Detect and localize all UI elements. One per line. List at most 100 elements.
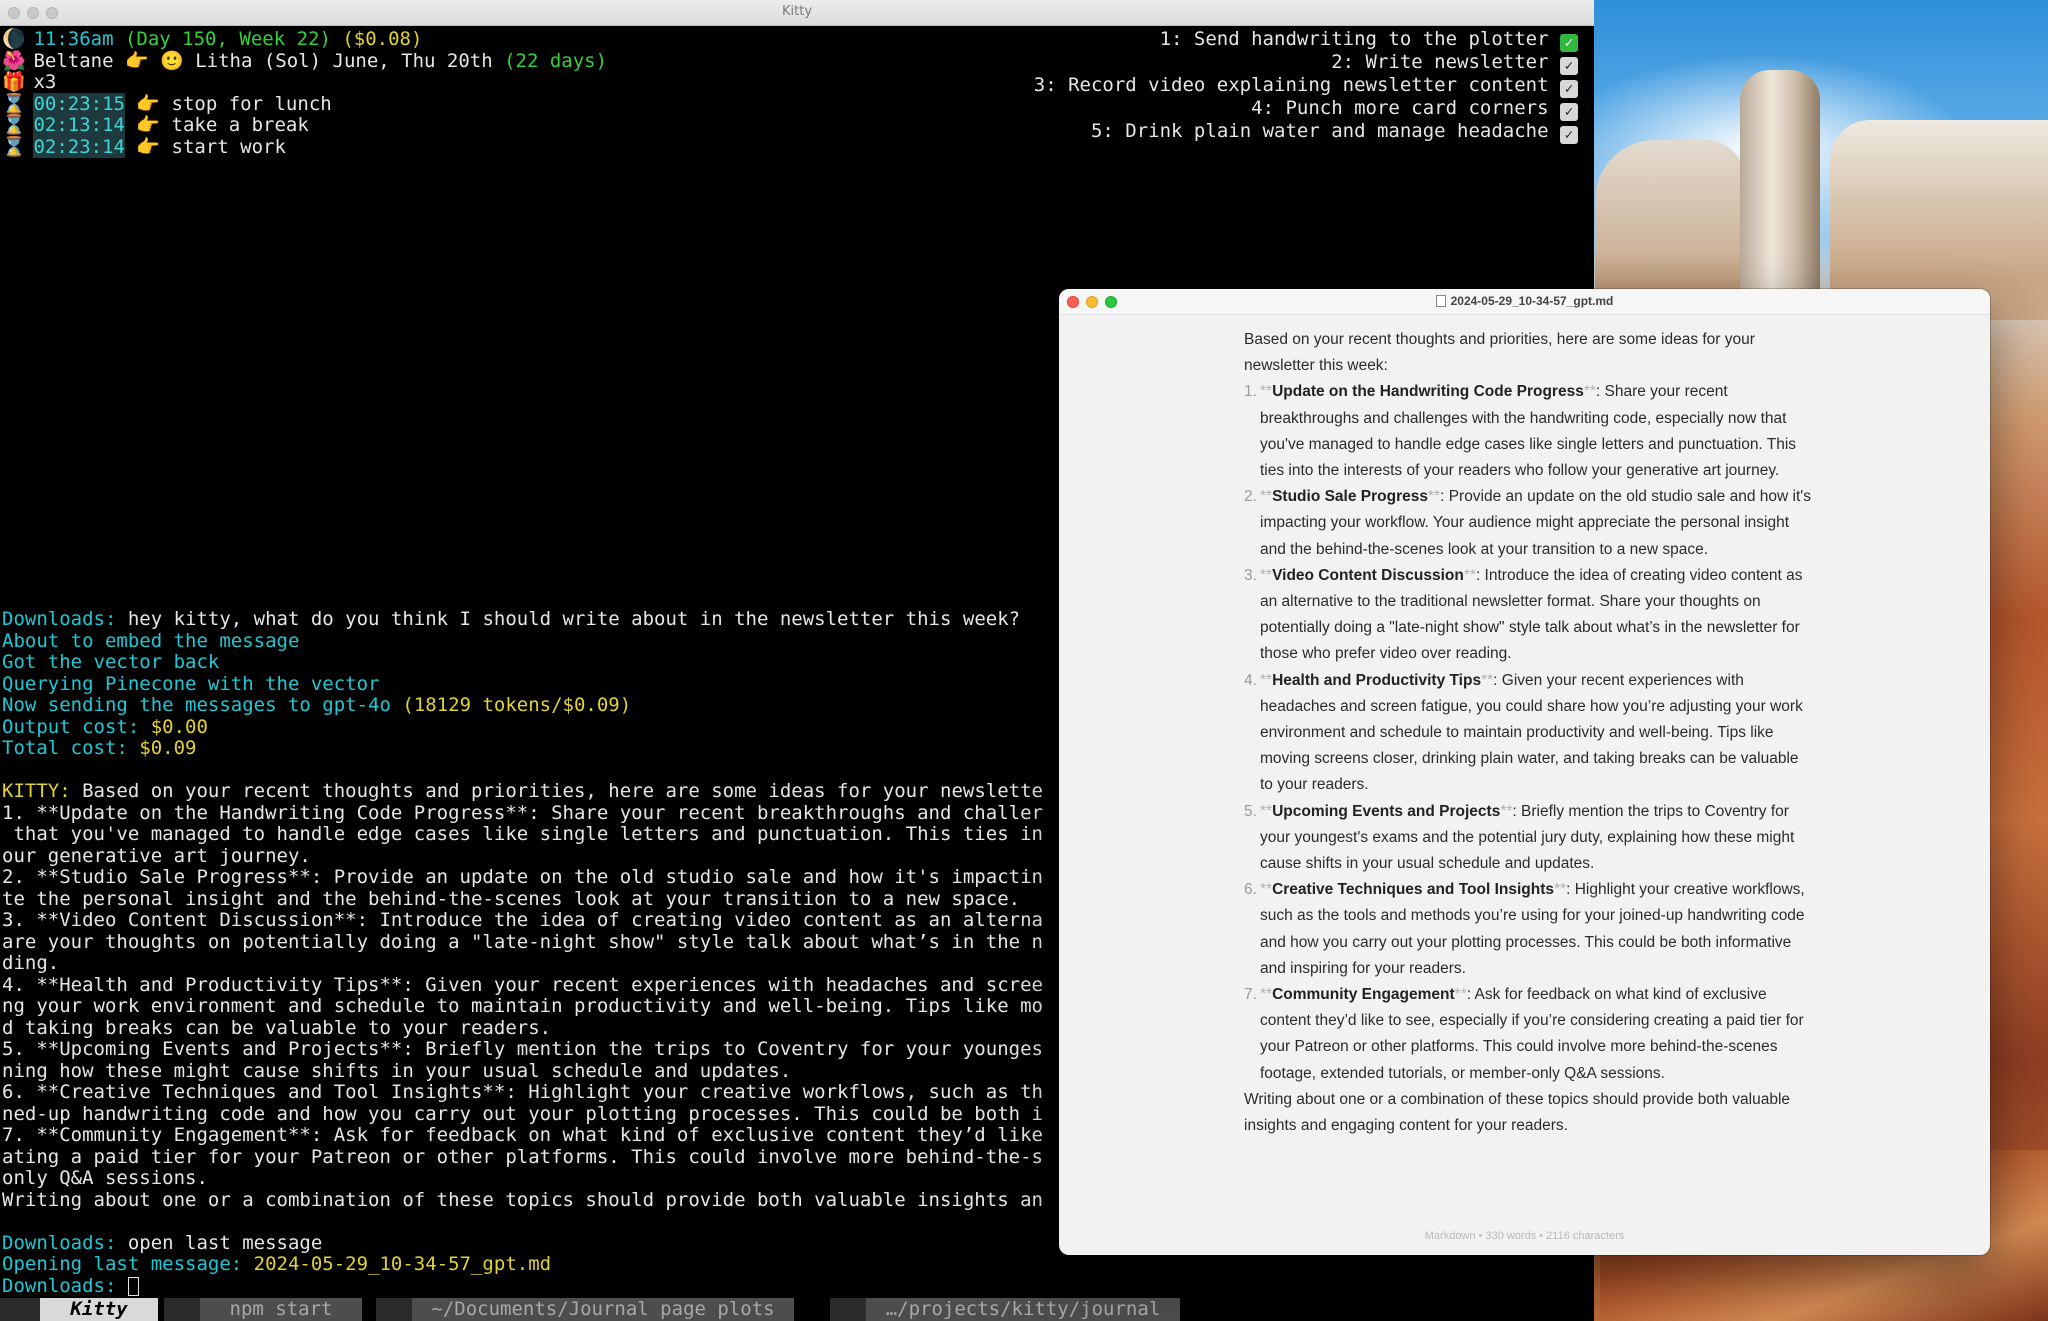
document-icon (1435, 295, 1446, 307)
todo-item: 3: Record video explaining newsletter co… (1033, 74, 1549, 96)
clock-time: 11:36am (33, 28, 114, 50)
festival-days: (22 days) (504, 49, 608, 72)
reply-line: that you've managed to handle edge cases… (2, 823, 1043, 845)
opening-file: 2024-05-29_10-34-57_gpt.md (242, 1253, 552, 1275)
list-item: 7. **Community Engagement**: Ask for feed… (1244, 982, 1814, 1087)
checkbox-icon[interactable]: ✓ (1560, 80, 1578, 98)
reply-line: 7. **Community Engagement**: Ask for fee… (2, 1124, 1043, 1146)
terminal-cursor[interactable] (127, 1276, 139, 1296)
tab-kitty-journal[interactable]: …/projects/kitty/journal (866, 1298, 1180, 1321)
tab-separator (0, 1298, 40, 1321)
list-number: 4. (1244, 671, 1257, 689)
list-number: 7. (1244, 986, 1257, 1004)
tab-separator (376, 1298, 412, 1321)
checkbox-icon[interactable]: ✓ (1560, 126, 1578, 144)
tab-npm-start[interactable]: npm start (200, 1298, 362, 1321)
checkbox-checked-icon[interactable]: ✓ (1560, 34, 1578, 52)
tab-separator (164, 1298, 200, 1321)
moon-icon: 🌘 (2, 28, 26, 50)
reply-line: Writing about one or a combination of th… (2, 1188, 1043, 1211)
reply-line: ating a paid tier for your Patreon or ot… (2, 1145, 1043, 1168)
bold-marker: ** (1260, 986, 1273, 1004)
bold-marker: ** (1463, 566, 1476, 584)
markdown-titlebar[interactable]: 2024-05-29_10-34-57_gpt.md (1059, 289, 1990, 315)
bold-marker: ** (1583, 383, 1596, 401)
list-item: 5. **Upcoming Events and Projects**: Brie… (1244, 799, 1814, 878)
reply-line: te the personal insight and the behind-t… (2, 887, 1021, 910)
assistant-speaker: KITTY: (2, 780, 71, 802)
status-block: 🌘 11:36am (Day 150, Week 22) ($0.08) 🌺 B… (2, 28, 608, 158)
tab-kitty[interactable]: Kitty (40, 1298, 158, 1321)
pointing-hand-icon: 👉 (136, 114, 161, 136)
item-title: Upcoming Events and Projects (1272, 802, 1501, 820)
bold-marker: ** (1500, 802, 1513, 820)
list-item: 2. **Studio Sale Progress**: Provide an u… (1244, 484, 1814, 563)
kitty-titlebar[interactable]: Kitty (0, 0, 1594, 26)
outro-paragraph: Writing about one or a combination of th… (1244, 1090, 1791, 1135)
checkbox-icon[interactable]: ✓ (1560, 103, 1578, 121)
shell-prompt: Downloads: (2, 1274, 117, 1297)
bold-marker: ** (1260, 566, 1273, 584)
reply-line: d taking breaks can be valuable to your … (2, 1016, 552, 1039)
list-item: 1. **Update on the Handwriting Code Progr… (1244, 379, 1814, 484)
timer-label: start work (171, 135, 286, 158)
todo-list: 1: Send handwriting to the plotter ✓ 2: … (1033, 28, 1578, 144)
markdown-content[interactable]: Based on your recent thoughts and priori… (1244, 327, 1814, 1139)
tab-journal-page-plots[interactable]: ~/Documents/Journal page plots (412, 1298, 794, 1321)
todo-item: 1: Send handwriting to the plotter (1159, 28, 1549, 50)
document-title: 2024-05-29_10-34-57_gpt.md (1059, 294, 1990, 308)
total-cost-label: Total cost: (2, 737, 128, 759)
output-cost: $0.00 (139, 715, 208, 738)
gift-icon: 🎁 (2, 71, 26, 93)
reply-line: 1. **Update on the Handwriting Code Prog… (2, 801, 1043, 824)
multiplier: x3 (33, 71, 57, 93)
bold-marker: ** (1481, 671, 1494, 689)
timer-time: 00:23:15 (33, 92, 125, 115)
bold-marker: ** (1260, 671, 1273, 689)
shell-prompt: Downloads: (2, 1231, 117, 1254)
festival-from: Beltane (33, 49, 114, 72)
reply-line: 2. **Studio Sale Progress**: Provide an … (2, 866, 1043, 888)
intro-paragraph: Based on your recent thoughts and priori… (1244, 331, 1755, 375)
item-text: : Given your recent experiences with hea… (1260, 671, 1803, 794)
tab-bar: Kitty npm start ~/Documents/Journal page… (0, 1298, 1594, 1321)
bold-marker: ** (1428, 488, 1441, 506)
list-number: 5. (1244, 802, 1257, 820)
pointing-hand-icon: 👉 (124, 49, 149, 72)
reply-line: ding. (2, 952, 60, 974)
pointing-hand-icon: 👉 (136, 92, 161, 115)
bold-marker: ** (1454, 986, 1467, 1004)
timer-time: 02:13:14 (33, 114, 125, 136)
idea-list: 1. **Update on the Handwriting Code Progr… (1244, 379, 1814, 1086)
reply-line: 5. **Upcoming Events and Projects**: Bri… (2, 1038, 1043, 1060)
token-count: (18129 tokens/$0.09) (390, 694, 632, 716)
list-number: 6. (1244, 881, 1257, 899)
list-item: 3. **Video Content Discussion**: Introduc… (1244, 563, 1814, 668)
timer-time: 02:23:14 (33, 135, 125, 158)
log-line: Querying Pinecone with the vector (2, 672, 380, 695)
list-number: 1. (1244, 383, 1257, 401)
pointing-hand-icon: 👉 (136, 135, 161, 158)
status-bar: Markdown • 330 words • 2116 characters (1424, 1230, 1625, 1242)
bold-marker: ** (1260, 881, 1273, 899)
item-title: Studio Sale Progress (1272, 488, 1428, 506)
hourglass-icon: ⌛ (2, 92, 26, 115)
user-input: hey kitty, what do you think I should wr… (116, 608, 1021, 630)
total-cost: $0.09 (127, 737, 197, 759)
todo-item: 4: Punch more card corners (1251, 97, 1549, 119)
log-line: About to embed the message (2, 629, 300, 652)
item-title: Creative Techniques and Tool Insights (1272, 881, 1554, 899)
opening-label: Opening last message: (2, 1253, 243, 1275)
reply-line: ned-up handwriting code and how you carr… (2, 1102, 1043, 1125)
daily-cost: ($0.08) (342, 28, 423, 50)
reply-line: 4. **Health and Productivity Tips**: Giv… (2, 973, 1043, 996)
wallpaper-rock-formation (1595, 140, 1745, 300)
checkbox-icon[interactable]: ✓ (1560, 57, 1578, 75)
hourglass-icon: ⌛ (2, 135, 26, 158)
tab-separator (830, 1298, 866, 1321)
todo-item: 2: Write newsletter (1331, 51, 1549, 73)
markdown-window[interactable]: 2024-05-29_10-34-57_gpt.md Based on your… (1059, 289, 1990, 1255)
bold-marker: ** (1260, 488, 1273, 506)
day-week: (Day 150, Week 22) (124, 28, 331, 50)
log-line: Now sending the messages to gpt-4o (2, 694, 391, 716)
